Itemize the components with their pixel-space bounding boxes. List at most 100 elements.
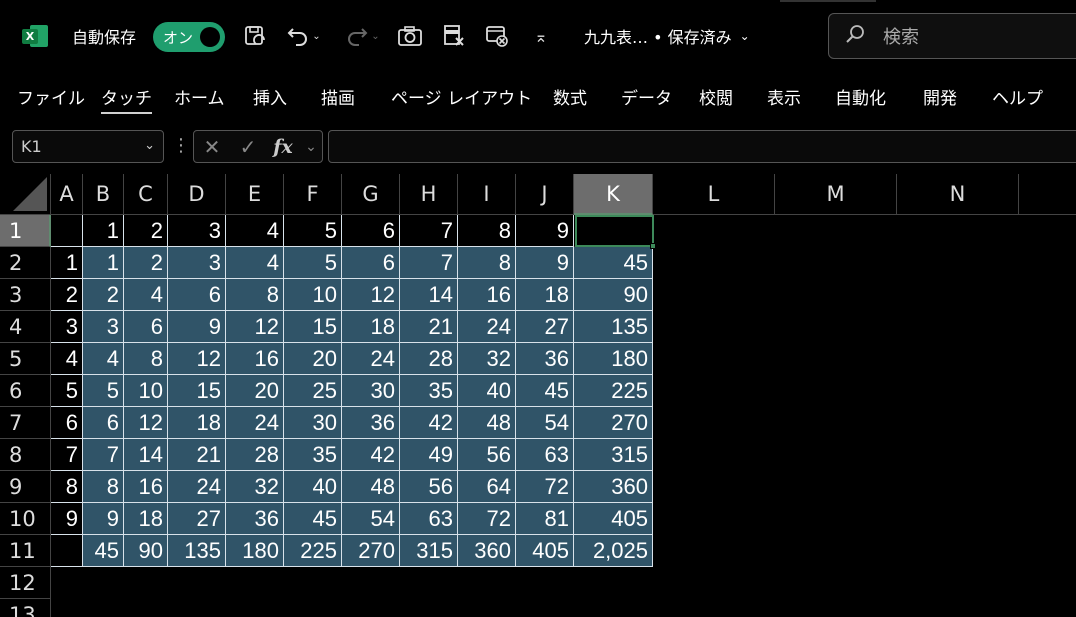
cell-h8[interactable]: 49: [400, 439, 458, 471]
cell-c4[interactable]: 6: [124, 311, 168, 343]
column-header-m[interactable]: M: [775, 174, 897, 215]
cell-b3[interactable]: 2: [83, 279, 124, 311]
cell-k5[interactable]: 180: [574, 343, 653, 375]
tab-automate[interactable]: 自動化: [835, 84, 886, 110]
cancel-icon[interactable]: ✕: [194, 135, 230, 159]
column-header-h[interactable]: H: [400, 174, 458, 215]
save-icon[interactable]: [239, 20, 271, 52]
cell-e1[interactable]: 4: [226, 215, 284, 247]
cell-a9[interactable]: 8: [51, 471, 83, 503]
cell-a6[interactable]: 5: [51, 375, 83, 407]
chevron-down-icon[interactable]: ⌄: [144, 138, 155, 153]
cell-j10[interactable]: 81: [516, 503, 574, 535]
cell-i4[interactable]: 24: [458, 311, 516, 343]
cell-a4[interactable]: 3: [51, 311, 83, 343]
cell-h9[interactable]: 56: [400, 471, 458, 503]
row-header-10[interactable]: 10: [0, 503, 51, 535]
cell-i8[interactable]: 56: [458, 439, 516, 471]
cell-g2[interactable]: 6: [342, 247, 400, 279]
cell-f10[interactable]: 45: [284, 503, 342, 535]
row-header-1[interactable]: 1: [0, 215, 51, 247]
row-header-3[interactable]: 3: [0, 279, 51, 311]
row-header-5[interactable]: 5: [0, 343, 51, 375]
cell-f4[interactable]: 15: [284, 311, 342, 343]
cell-i10[interactable]: 72: [458, 503, 516, 535]
cell-a8[interactable]: 7: [51, 439, 83, 471]
document-title[interactable]: 九九表… • 保存済み ⌄: [584, 24, 750, 48]
cell-c7[interactable]: 12: [124, 407, 168, 439]
name-box[interactable]: K1 ⌄: [12, 130, 164, 163]
cell-j8[interactable]: 63: [516, 439, 574, 471]
cell-e9[interactable]: 32: [226, 471, 284, 503]
cell-h1[interactable]: 7: [400, 215, 458, 247]
chevron-down-icon[interactable]: ⌄: [300, 139, 322, 155]
cell-e2[interactable]: 4: [226, 247, 284, 279]
cell-e8[interactable]: 28: [226, 439, 284, 471]
tab-file[interactable]: ファイル: [17, 84, 85, 110]
cell-g9[interactable]: 48: [342, 471, 400, 503]
cell-i11[interactable]: 360: [458, 535, 516, 567]
tab-data[interactable]: データ: [621, 84, 672, 110]
cell-b5[interactable]: 4: [83, 343, 124, 375]
row-header-2[interactable]: 2: [0, 247, 51, 279]
column-header-j[interactable]: J: [516, 174, 574, 215]
cell-f11[interactable]: 225: [284, 535, 342, 567]
column-header-k[interactable]: K: [574, 174, 653, 215]
cell-k2[interactable]: 45: [574, 247, 653, 279]
cell-d5[interactable]: 12: [168, 343, 226, 375]
cell-k11[interactable]: 2,025: [574, 535, 653, 567]
cell-h2[interactable]: 7: [400, 247, 458, 279]
select-all-corner[interactable]: [0, 174, 51, 215]
enter-check-icon[interactable]: ✓: [230, 135, 266, 159]
column-header-e[interactable]: E: [226, 174, 284, 215]
cell-g11[interactable]: 270: [342, 535, 400, 567]
cell-a7[interactable]: 6: [51, 407, 83, 439]
undo-dropdown-icon[interactable]: ⌄: [312, 31, 320, 42]
row-header-9[interactable]: 9: [0, 471, 51, 503]
cell-j6[interactable]: 45: [516, 375, 574, 407]
row-header-11[interactable]: 11: [0, 535, 51, 567]
customize-toolbar-icon[interactable]: ⌅: [525, 20, 557, 52]
cell-i2[interactable]: 8: [458, 247, 516, 279]
cell-d3[interactable]: 6: [168, 279, 226, 311]
cell-e4[interactable]: 12: [226, 311, 284, 343]
cell-d1[interactable]: 3: [168, 215, 226, 247]
cell-g10[interactable]: 54: [342, 503, 400, 535]
cell-k9[interactable]: 360: [574, 471, 653, 503]
cell-f1[interactable]: 5: [284, 215, 342, 247]
cell-c10[interactable]: 18: [124, 503, 168, 535]
cell-a3[interactable]: 2: [51, 279, 83, 311]
cell-b8[interactable]: 7: [83, 439, 124, 471]
cell-h7[interactable]: 42: [400, 407, 458, 439]
cell-a10[interactable]: 9: [51, 503, 83, 535]
cell-k10[interactable]: 405: [574, 503, 653, 535]
insert-function-icon[interactable]: fx: [266, 136, 300, 158]
cell-b1[interactable]: 1: [83, 215, 124, 247]
autosave-toggle[interactable]: オン: [153, 22, 225, 52]
tab-view[interactable]: 表示: [767, 84, 801, 110]
cell-c8[interactable]: 14: [124, 439, 168, 471]
column-header-b[interactable]: B: [83, 174, 124, 215]
cell-d8[interactable]: 21: [168, 439, 226, 471]
cell-j3[interactable]: 18: [516, 279, 574, 311]
tab-draw[interactable]: 描画: [321, 84, 355, 110]
row-header-6[interactable]: 6: [0, 375, 51, 407]
row-header-4[interactable]: 4: [0, 311, 51, 343]
cell-j9[interactable]: 72: [516, 471, 574, 503]
tab-help[interactable]: ヘルプ: [992, 84, 1043, 110]
cell-b10[interactable]: 9: [83, 503, 124, 535]
column-header-n[interactable]: N: [897, 174, 1019, 215]
cell-e11[interactable]: 180: [226, 535, 284, 567]
cell-j2[interactable]: 9: [516, 247, 574, 279]
cell-j4[interactable]: 27: [516, 311, 574, 343]
column-header-o[interactable]: [1019, 174, 1076, 215]
cell-e6[interactable]: 20: [226, 375, 284, 407]
cell-e5[interactable]: 16: [226, 343, 284, 375]
cell-i6[interactable]: 40: [458, 375, 516, 407]
cell-f3[interactable]: 10: [284, 279, 342, 311]
column-header-l[interactable]: L: [653, 174, 775, 215]
cell-b7[interactable]: 6: [83, 407, 124, 439]
column-header-i[interactable]: I: [458, 174, 516, 215]
cell-d6[interactable]: 15: [168, 375, 226, 407]
tab-developer[interactable]: 開発: [923, 84, 957, 110]
